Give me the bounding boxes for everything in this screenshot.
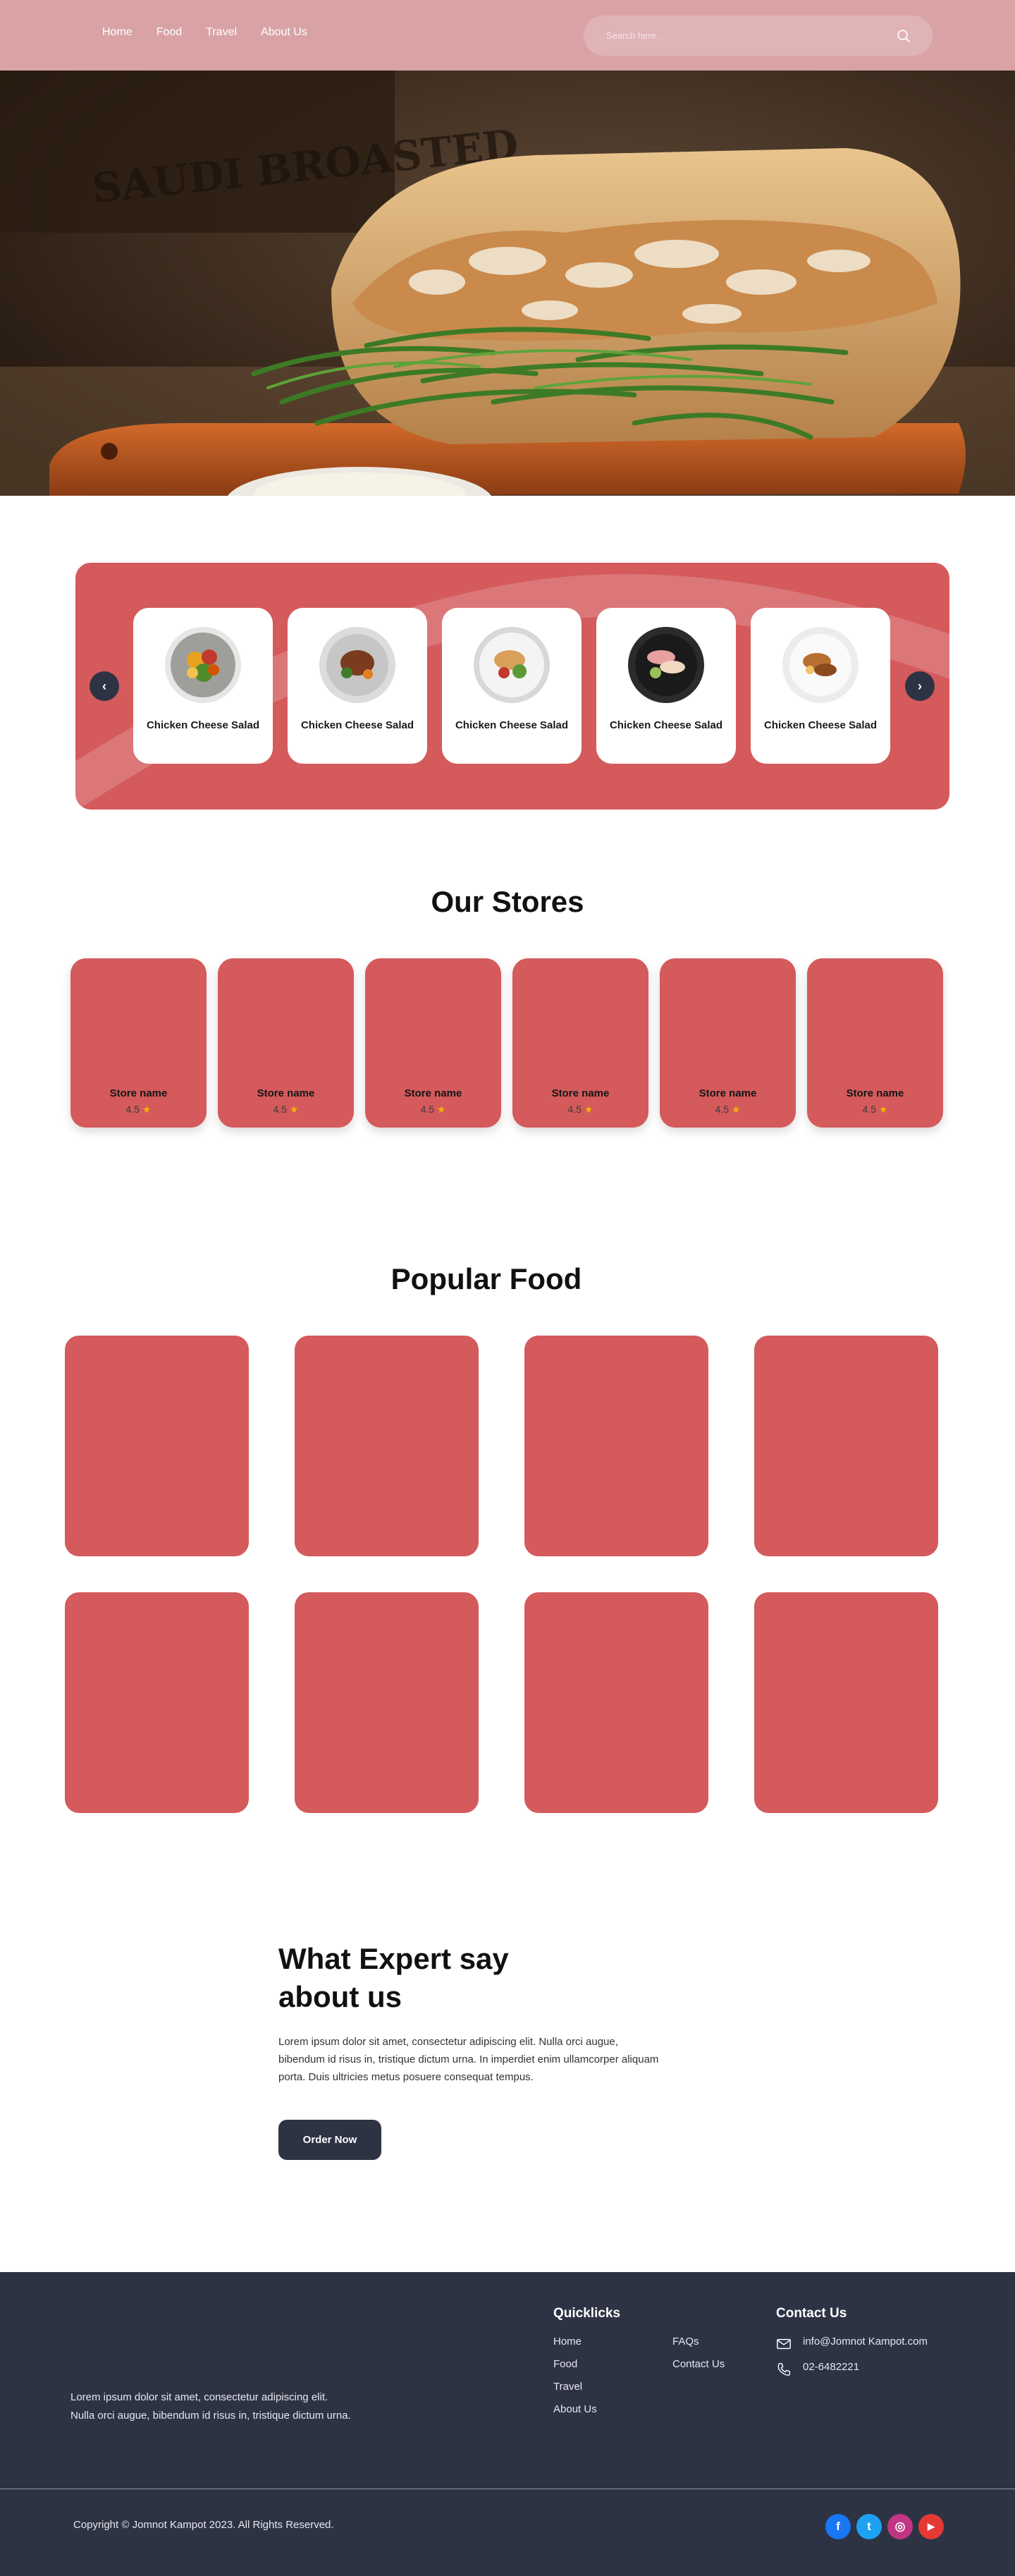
star-icon: ★ xyxy=(142,1104,152,1115)
contact-phone[interactable]: 02-6482221 xyxy=(803,2361,859,2373)
store-name: Store name xyxy=(109,1087,168,1099)
food-card[interactable] xyxy=(295,1592,479,1813)
copyright-text: Copyright © Jomnot Kampot 2023. All Righ… xyxy=(73,2519,334,2531)
store-name: Store name xyxy=(846,1087,904,1099)
instagram-icon[interactable]: ◎ xyxy=(887,2514,913,2539)
slider-prev-button[interactable]: ‹ xyxy=(90,671,119,701)
star-icon: ★ xyxy=(584,1104,593,1115)
expert-section-text: Lorem ipsum dolor sit amet, consectetur … xyxy=(278,2036,659,2083)
category-slider: ‹ Chicken Cheese Salad Chicken Cheese Sa… xyxy=(75,563,949,810)
nav-link-home[interactable]: Home xyxy=(102,26,133,39)
category-label: Chicken Cheese Salad xyxy=(763,719,878,731)
chicken-plate-icon xyxy=(474,627,550,703)
store-name: Store name xyxy=(551,1087,610,1099)
footer-link-travel[interactable]: Travel xyxy=(553,2381,582,2393)
category-card[interactable]: Chicken Cheese Salad xyxy=(751,608,890,764)
salad-plate-icon xyxy=(165,627,241,703)
food-card[interactable] xyxy=(65,1336,249,1556)
star-icon: ★ xyxy=(436,1104,446,1115)
footer-link-food[interactable]: Food xyxy=(553,2358,577,2370)
food-card[interactable] xyxy=(65,1592,249,1813)
slider-next-button[interactable]: › xyxy=(905,671,935,701)
store-rating: 4.5 ★ xyxy=(273,1104,299,1115)
category-label: Chicken Cheese Salad xyxy=(455,719,569,731)
category-card[interactable]: Chicken Cheese Salad xyxy=(288,608,427,764)
nav-link-about-us[interactable]: About Us xyxy=(261,26,307,39)
food-card[interactable] xyxy=(754,1336,938,1556)
search-icon[interactable] xyxy=(896,28,911,44)
store-card[interactable]: Store name 4.5 ★ xyxy=(218,958,354,1128)
store-card[interactable]: Store name 4.5 ★ xyxy=(807,958,943,1128)
store-rating: 4.5 ★ xyxy=(862,1104,888,1115)
nav-link-food[interactable]: Food xyxy=(156,26,182,39)
steak-plate-icon xyxy=(319,627,395,703)
quicklinks-title: Quicklicks xyxy=(553,2306,621,2321)
stores-section-title: Our Stores xyxy=(431,885,584,918)
cold-cuts-plate-icon xyxy=(628,627,704,703)
nav-links: Home Food Travel About Us xyxy=(102,26,307,39)
hero-banner: SAUDI BROASTED xyxy=(0,71,1015,496)
mail-icon xyxy=(777,2338,791,2350)
facebook-icon[interactable]: f xyxy=(825,2514,851,2539)
store-card[interactable]: Store name 4.5 ★ xyxy=(70,958,207,1128)
store-name: Store name xyxy=(257,1087,315,1099)
search-input[interactable] xyxy=(606,16,874,56)
food-card[interactable] xyxy=(524,1592,708,1813)
category-label: Chicken Cheese Salad xyxy=(146,719,260,731)
star-icon: ★ xyxy=(878,1104,888,1115)
grilled-plate-icon xyxy=(782,627,859,703)
food-card[interactable] xyxy=(524,1336,708,1556)
store-card[interactable]: Store name 4.5 ★ xyxy=(512,958,648,1128)
store-name: Store name xyxy=(404,1087,462,1099)
star-icon: ★ xyxy=(289,1104,299,1115)
footer-about-text: Lorem ipsum dolor sit amet, consectetur … xyxy=(70,2391,351,2422)
order-now-button[interactable]: Order Now xyxy=(278,2120,381,2160)
sandwich-hero-photo: SAUDI BROASTED xyxy=(0,71,1015,496)
footer-link-contact-us[interactable]: Contact Us xyxy=(672,2358,725,2370)
category-label: Chicken Cheese Salad xyxy=(300,719,414,731)
expert-section-title: What Expert say about us xyxy=(278,1942,509,2013)
chevron-left-icon: ‹ xyxy=(102,679,106,693)
food-card[interactable] xyxy=(295,1336,479,1556)
store-rating: 4.5 ★ xyxy=(715,1104,741,1115)
category-card[interactable]: Chicken Cheese Salad xyxy=(442,608,582,764)
top-navbar: Home Food Travel About Us xyxy=(0,0,1015,71)
store-name: Store name xyxy=(699,1087,757,1099)
store-rating: 4.5 ★ xyxy=(420,1104,446,1115)
category-card[interactable]: Chicken Cheese Salad xyxy=(596,608,736,764)
twitter-icon[interactable]: t xyxy=(856,2514,882,2539)
category-label: Chicken Cheese Salad xyxy=(609,719,723,731)
store-rating: 4.5 ★ xyxy=(125,1104,152,1115)
search-bar xyxy=(584,16,933,56)
nav-link-travel[interactable]: Travel xyxy=(206,26,237,39)
store-card[interactable]: Store name 4.5 ★ xyxy=(660,958,796,1128)
store-rating: 4.5 ★ xyxy=(567,1104,593,1115)
contact-title: Contact Us xyxy=(776,2306,847,2321)
store-card[interactable]: Store name 4.5 ★ xyxy=(365,958,501,1128)
food-card[interactable] xyxy=(754,1592,938,1813)
youtube-icon[interactable]: ▶ xyxy=(918,2514,944,2539)
popular-food-title: Popular Food xyxy=(390,1262,582,1295)
category-card[interactable]: Chicken Cheese Salad xyxy=(133,608,273,764)
footer: Lorem ipsum dolor sit amet, consectetur … xyxy=(0,2272,1015,2576)
star-icon: ★ xyxy=(731,1104,741,1115)
contact-email[interactable]: info@Jomnot Kampot.com xyxy=(803,2336,928,2348)
footer-link-home[interactable]: Home xyxy=(553,2336,582,2348)
footer-link-about-us[interactable]: About Us xyxy=(553,2403,597,2415)
footer-link-faqs[interactable]: FAQs xyxy=(672,2336,699,2348)
phone-icon xyxy=(777,2363,790,2376)
chevron-right-icon: › xyxy=(918,679,922,693)
